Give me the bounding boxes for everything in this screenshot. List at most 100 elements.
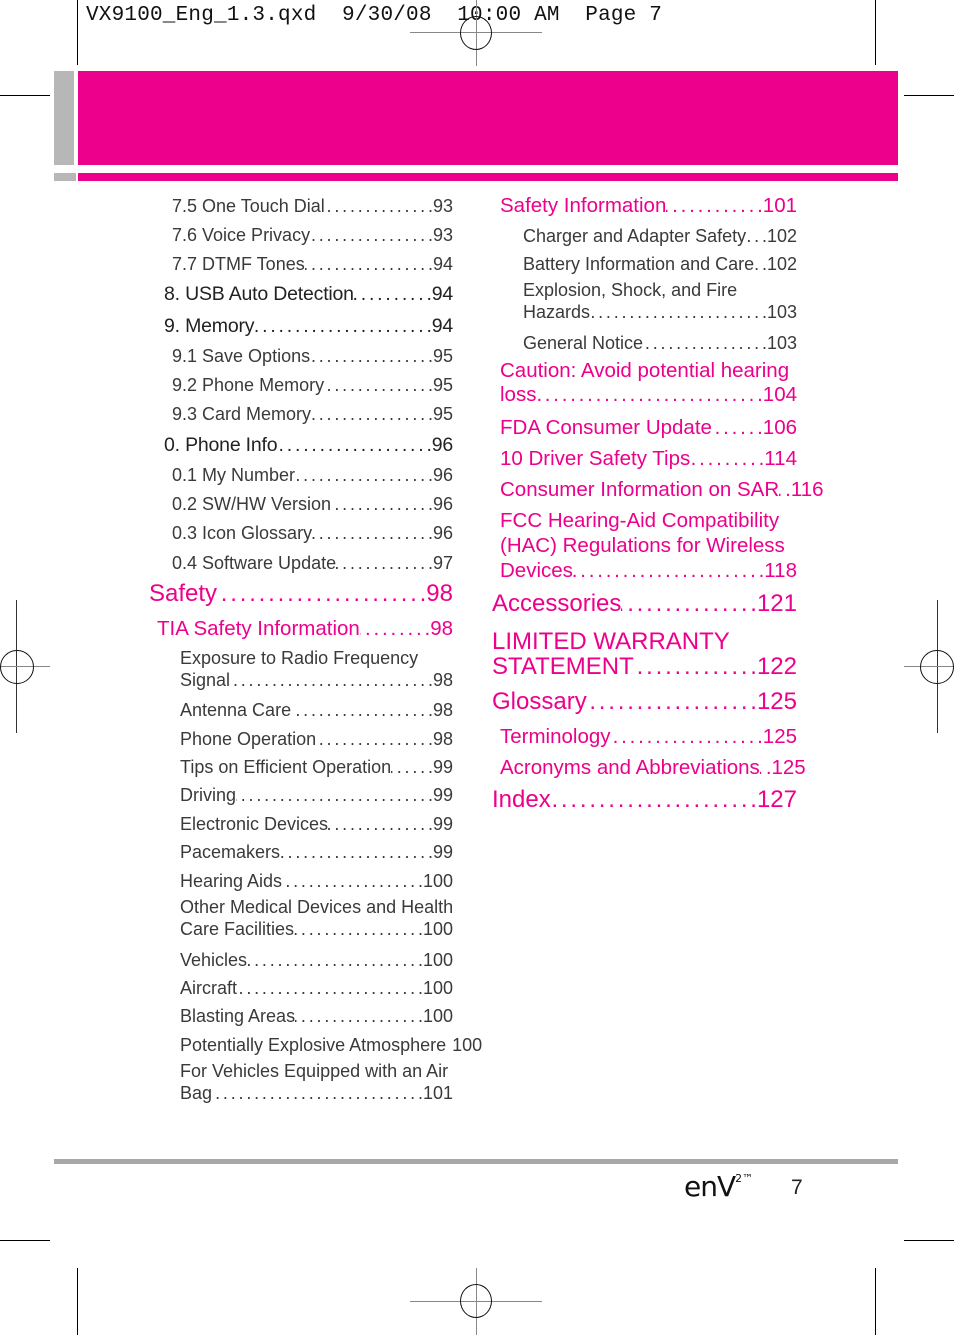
toc-entry-page: .95 <box>427 375 453 395</box>
toc-entry-title: FDA Consumer Update <box>500 416 712 439</box>
toc-entry-7-5-one-touch-dial[interactable]: 7.5 One Touch Dial......................… <box>172 193 453 219</box>
dot-leader: ........................................… <box>590 302 762 322</box>
crop-mark <box>77 1268 78 1335</box>
dot-leader: ........................................… <box>331 494 428 514</box>
toc-entry-title: Terminology <box>500 725 611 748</box>
toc-entry-title-line: (HAC) Regulations for Wireless <box>500 534 785 557</box>
toc-entry-safety-information[interactable]: Safety Information......................… <box>500 193 797 219</box>
registration-mark-top <box>410 0 542 66</box>
toc-entry-page: .98 <box>427 700 453 720</box>
toc-entry-title: Blasting Areas <box>180 1006 296 1026</box>
toc-entry-page: .100 <box>417 978 453 998</box>
toc-entry-9-3-card-memory[interactable]: 9.3 Card Memory.........................… <box>172 401 453 427</box>
toc-entry-0-3-icon-glossary[interactable]: 0.3 Icon Glossary.......................… <box>172 520 453 546</box>
toc-entry-page: .94 <box>426 315 453 337</box>
toc-entry-0-4-software-update[interactable]: 0.4 Software Update.....................… <box>172 550 453 576</box>
toc-entry-page: .114 <box>758 447 797 470</box>
toc-entry-electronic-devices[interactable]: Electronic Devices......................… <box>180 811 453 837</box>
dot-leader: ........................................… <box>746 226 762 246</box>
toc-entry-page: .102 <box>761 226 797 246</box>
toc-entry-battery-information-and-care[interactable]: Battery Information and Care............… <box>523 251 797 277</box>
dot-leader: ........................................… <box>212 1083 418 1103</box>
toc-entry-10-driver-safety-tips[interactable]: 10 Driver Safety Tips...................… <box>500 446 797 472</box>
toc-entry-page: .94 <box>427 254 453 274</box>
toc-entry-title: Pacemakers <box>180 842 281 862</box>
toc-entry-title-line: Explosion, Shock, and Fire <box>523 280 738 300</box>
toc-entry-index[interactable]: Index...................................… <box>492 787 797 813</box>
toc-entry-title: Signal <box>180 670 231 690</box>
toc-entry-aircraft[interactable]: Aircraft................................… <box>180 975 453 1001</box>
toc-entry-page: .94 <box>426 283 453 305</box>
header-pink-strip <box>78 173 898 181</box>
toc-entry-charger-and-adapter-safety[interactable]: Charger and Adapter Safety..............… <box>523 223 797 249</box>
toc-entry-title: 0.3 Icon Glossary <box>172 523 313 543</box>
toc-entry-page: .100 <box>417 950 453 970</box>
toc-entry-title: 9.1 Save Options <box>172 346 311 366</box>
dot-leader: ........................................… <box>277 434 427 456</box>
toc-entry-acronyms-and-abbreviations[interactable]: Acronyms and Abbreviations..............… <box>500 755 806 781</box>
toc-entry-caution-avoid-potential-hearing[interactable]: Caution: Avoid potential hearing loss....… <box>500 359 797 407</box>
toc-entry-7-7-dtmf-tones[interactable]: 7.7 DTMF Tones..........................… <box>172 251 453 277</box>
toc-entry-page: .103 <box>761 333 797 353</box>
toc-entry-potentially-explosive-atmosphere[interactable]: Potentially Explosive Atmosphere 100 <box>180 1032 482 1058</box>
toc-entry-page: .98 <box>427 670 453 690</box>
toc-entry-page: .99 <box>427 785 453 805</box>
toc-entry-0-1-my-number[interactable]: 0.1 My Number...........................… <box>172 462 453 488</box>
toc-entry-general-notice[interactable]: General Notice..........................… <box>523 330 797 356</box>
toc-entry-consumer-information-on-sar[interactable]: Consumer Information on SAR.............… <box>500 477 824 503</box>
toc-entry-tips-on-efficient-operation[interactable]: Tips on Efficient Operation.............… <box>180 754 453 780</box>
toc-entry-antenna-care[interactable]: Antenna Care............................… <box>180 697 453 723</box>
dot-leader: ........................................… <box>712 416 758 439</box>
toc-entry-explosion-shock-and-fire[interactable]: Explosion, Shock, and Fire Hazards.......… <box>523 279 797 323</box>
toc-entry-title: Safety <box>149 580 218 607</box>
toc-entry-limited-warranty[interactable]: LIMITED WARRANTYSTATEMENT...............… <box>492 629 797 679</box>
toc-entry-page: .118 <box>758 559 797 582</box>
toc-entry-7-6-voice-privacy[interactable]: 7.6 Voice Privacy.......................… <box>172 222 453 248</box>
toc-entry-for-vehicles-equipped-with-an-air[interactable]: For Vehicles Equipped with an Air Bag....… <box>180 1060 453 1104</box>
toc-entry-exposure-to-radio-frequency[interactable]: Exposure to Radio Frequency Signal.......… <box>180 647 453 691</box>
toc-entry-tia-safety-information[interactable]: TIA Safety Information..................… <box>157 616 453 642</box>
toc-entry-vehicles[interactable]: Vehicles................................… <box>180 947 453 973</box>
toc-entry-pacemakers[interactable]: Pacemakers..............................… <box>180 839 453 865</box>
toc-entry-fcc-hearing-aid-compatibility[interactable]: FCC Hearing-Aid Compatibility (HAC) Regul… <box>500 508 797 583</box>
dot-leader: ........................................… <box>325 196 428 216</box>
dot-leader: ........................................… <box>754 254 762 274</box>
dot-leader: ........................................… <box>634 654 751 679</box>
toc-entry-title: STATEMENT <box>492 653 634 680</box>
toc-entry-glossary[interactable]: Glossary................................… <box>492 689 797 715</box>
toc-entry-blasting-areas[interactable]: Blasting Areas..........................… <box>180 1003 453 1029</box>
dot-leader: ........................................… <box>336 553 428 573</box>
toc-entry-phone-operation[interactable]: Phone Operation.........................… <box>180 726 453 752</box>
dot-leader: ........................................… <box>391 757 428 777</box>
toc-entry-9-memory[interactable]: 9. Memory...............................… <box>164 313 453 339</box>
toc-entry-page: .125 <box>765 756 806 779</box>
toc-entry-terminology[interactable]: Terminology.............................… <box>500 724 797 750</box>
toc-entry-title: 9.3 Card Memory <box>172 404 312 424</box>
toc-entry-fda-consumer-update[interactable]: FDA Consumer Update.....................… <box>500 415 797 441</box>
toc-entry-title: Vehicles <box>180 950 248 970</box>
dot-leader: ........................................… <box>217 581 420 607</box>
toc-entry-8-usb-auto-detection[interactable]: 8. USB Auto Detection...................… <box>164 281 453 307</box>
toc-entry-page: .95 <box>427 346 453 366</box>
toc-entry-hearing-aids[interactable]: Hearing Aids............................… <box>180 868 453 894</box>
toc-entry-title: Charger and Adapter Safety <box>523 226 747 246</box>
toc-entry-title: Safety Information <box>500 194 667 217</box>
toc-entry-0-2-sw-hw-version[interactable]: 0.2 SW/HW Version.......................… <box>172 491 453 517</box>
toc-entry-page: .98 <box>419 580 453 607</box>
header-gray-strip <box>54 173 76 181</box>
toc-entry-0-phone-info[interactable]: 0. Phone Info...........................… <box>164 432 453 458</box>
toc-entry-accessories[interactable]: Accessories.............................… <box>492 591 797 617</box>
toc-entry-9-1-save-options[interactable]: 9.1 Save Options........................… <box>172 343 453 369</box>
toc-entry-other-medical-devices-and-health[interactable]: Other Medical Devices and Health Care Fac… <box>180 896 453 940</box>
dot-leader: ........................................… <box>237 978 418 998</box>
toc-entry-page: .93 <box>427 196 453 216</box>
toc-entry-title: Hazards <box>523 302 591 322</box>
toc-entry-driving[interactable]: Driving.................................… <box>180 782 453 808</box>
toc-entry-title: TIA Safety Information <box>157 617 360 640</box>
toc-entry-9-2-phone-memory[interactable]: 9.2 Phone Memory........................… <box>172 372 453 398</box>
dot-leader: ........................................… <box>254 315 427 337</box>
crop-mark <box>904 1240 954 1241</box>
toc-entry-title: 9.2 Phone Memory <box>172 375 325 395</box>
toc-entry-safety[interactable]: Safety..................................… <box>149 581 453 607</box>
toc-entry-title: Aircraft <box>180 978 238 998</box>
